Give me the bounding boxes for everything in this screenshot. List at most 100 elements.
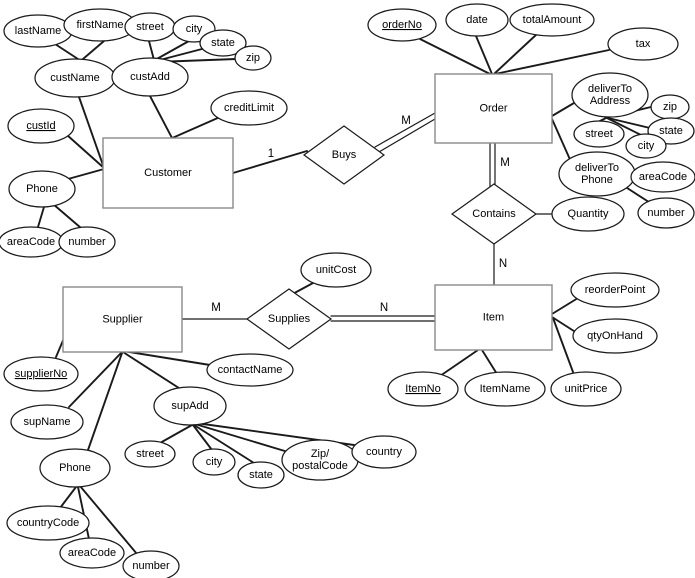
attribute-dta-city[interactable]: city bbox=[625, 133, 667, 159]
edge-firstname-custname bbox=[82, 40, 105, 60]
attribute-dta-street[interactable]: street bbox=[573, 120, 625, 148]
attribute-label-date: date bbox=[466, 14, 487, 26]
attribute-unitprice[interactable]: unitPrice bbox=[550, 371, 622, 407]
attribute-orderno[interactable]: orderNo bbox=[367, 8, 437, 42]
entity-label-customer: Customer bbox=[144, 167, 192, 179]
edge-lastname-custname bbox=[54, 43, 79, 60]
attribute-creditlimit[interactable]: creditLimit bbox=[210, 90, 288, 126]
attribute-dtp-number[interactable]: number bbox=[637, 197, 695, 229]
attribute-label-custid: custId bbox=[26, 120, 55, 132]
attribute-cust-number[interactable]: number bbox=[58, 226, 116, 258]
entity-order[interactable]: Order bbox=[434, 73, 553, 144]
attribute-deliverto-phone[interactable]: deliverTo Phone bbox=[558, 151, 636, 197]
attribute-label-dta-state: state bbox=[659, 125, 683, 137]
attribute-cust-street[interactable]: street bbox=[124, 12, 176, 42]
attribute-label-cust-number: number bbox=[68, 236, 106, 248]
attribute-country[interactable]: country bbox=[351, 435, 417, 469]
cardinality-card-supplies-item: N bbox=[380, 302, 388, 314]
attribute-label-supadd: supAdd bbox=[171, 400, 208, 412]
relationship-contains[interactable]: Contains bbox=[450, 183, 538, 245]
relationship-buys[interactable]: Buys bbox=[302, 125, 386, 185]
attribute-sup-phone[interactable]: Phone bbox=[39, 448, 111, 488]
edge-supadd-zip bbox=[194, 423, 289, 453]
attribute-label-sup-phone: Phone bbox=[59, 462, 91, 474]
attribute-label-custadd: custAdd bbox=[130, 71, 170, 83]
edge-countrycode-supphone bbox=[59, 486, 77, 509]
edge-areacode-phone bbox=[37, 206, 45, 228]
attribute-unitcost[interactable]: unitCost bbox=[300, 252, 372, 288]
edge-unitprice-item bbox=[552, 317, 574, 373]
attribute-qtyonhand[interactable]: qtyOnHand bbox=[572, 318, 658, 354]
attribute-itemname[interactable]: ItemName bbox=[464, 371, 546, 407]
attribute-label-quantity: Quantity bbox=[568, 208, 609, 220]
er-diagram-svg: Customer Order Supplier Item Buys Contains Sup… bbox=[0, 3, 695, 578]
attribute-label-country: country bbox=[366, 446, 403, 458]
attribute-sup-areacode[interactable]: areaCode bbox=[59, 537, 125, 569]
attribute-dta-zip[interactable]: zip bbox=[650, 94, 690, 120]
attribute-quantity[interactable]: Quantity bbox=[551, 196, 625, 232]
attribute-supname[interactable]: supName bbox=[10, 404, 84, 440]
attribute-date[interactable]: date bbox=[445, 3, 509, 37]
attribute-supadd-zip[interactable]: Zip/postalCode bbox=[281, 439, 359, 481]
attribute-supadd[interactable]: supAdd bbox=[153, 386, 227, 426]
entity-item[interactable]: Item bbox=[434, 284, 553, 351]
attribute-cust-areacode[interactable]: areaCode bbox=[0, 226, 64, 258]
attribute-label-cust-phone: Phone bbox=[26, 183, 58, 195]
attribute-label-firstname: firstName bbox=[76, 19, 123, 31]
attribute-label-lastname: lastName bbox=[15, 25, 61, 37]
attribute-dtp-areacode[interactable]: areaCode bbox=[630, 161, 695, 193]
attribute-cust-zip[interactable]: zip bbox=[234, 45, 272, 71]
nodes-layer: Customer Order Supplier Item Buys Contains Sup… bbox=[0, 3, 695, 578]
attribute-label-supplierno: supplierNo bbox=[15, 368, 68, 380]
entity-label-item: Item bbox=[483, 311, 504, 323]
edge-totalamount-order bbox=[493, 33, 538, 75]
attribute-itemno[interactable]: ItemNo bbox=[387, 371, 459, 407]
entity-supplier[interactable]: Supplier bbox=[62, 286, 183, 353]
relationship-supplies[interactable]: Supplies bbox=[245, 288, 333, 350]
edge-supadd-street bbox=[159, 424, 193, 444]
edge-custadd-customer bbox=[149, 95, 173, 139]
attribute-label-dta-street: street bbox=[585, 128, 613, 140]
edge-deliverto-address-order bbox=[551, 102, 575, 117]
attribute-custname[interactable]: custName bbox=[34, 58, 116, 98]
attribute-label-dtp-areacode: areaCode bbox=[639, 171, 687, 183]
edge-itemno-item bbox=[439, 349, 479, 377]
attribute-label-tax: tax bbox=[636, 38, 651, 50]
attribute-label-supadd-city: city bbox=[206, 456, 223, 468]
attribute-supadd-city[interactable]: city bbox=[192, 448, 236, 476]
attribute-label-reorderpoint: reorderPoint bbox=[585, 284, 646, 296]
edge-number-phone bbox=[52, 203, 82, 229]
cardinality-card-order-buys: M bbox=[401, 115, 411, 127]
entity-label-supplier: Supplier bbox=[102, 313, 143, 325]
attribute-label-itemname: ItemName bbox=[480, 383, 531, 395]
attribute-deliverto-address[interactable]: deliverTo Address bbox=[571, 72, 649, 118]
attribute-label-custname: custName bbox=[50, 72, 100, 84]
attribute-sup-number[interactable]: number bbox=[122, 550, 180, 578]
attribute-reorderpoint[interactable]: reorderPoint bbox=[570, 272, 660, 308]
edge-phone-customer bbox=[67, 168, 105, 180]
edge-itemname-item bbox=[481, 349, 498, 375]
attribute-contactname[interactable]: contactName bbox=[206, 353, 294, 387]
attribute-label-deliverto-address: deliverTo Address bbox=[588, 83, 632, 107]
attribute-label-unitcost: unitCost bbox=[316, 264, 356, 276]
attribute-custid[interactable]: custId bbox=[7, 108, 75, 144]
attribute-supadd-street[interactable]: street bbox=[124, 440, 176, 468]
attribute-tax[interactable]: tax bbox=[607, 27, 679, 61]
attribute-supadd-state[interactable]: state bbox=[237, 461, 285, 489]
cardinality-card-order-contains: M bbox=[500, 157, 510, 169]
attribute-label-cust-zip: zip bbox=[246, 52, 260, 64]
relationship-label-buys: Buys bbox=[332, 149, 357, 161]
edge-reorderpoint-item bbox=[551, 297, 579, 315]
attribute-totalamount[interactable]: totalAmount bbox=[509, 3, 595, 37]
edge-contactname-supplier bbox=[122, 350, 211, 366]
attribute-label-sup-areacode: areaCode bbox=[68, 547, 116, 559]
attribute-sup-countrycode[interactable]: countryCode bbox=[6, 505, 90, 541]
attribute-label-totalamount: totalAmount bbox=[523, 14, 582, 26]
entity-customer[interactable]: Customer bbox=[102, 137, 234, 209]
attribute-lastname[interactable]: lastName bbox=[3, 14, 73, 48]
attribute-custadd[interactable]: custAdd bbox=[111, 57, 189, 97]
attribute-cust-phone[interactable]: Phone bbox=[8, 170, 76, 208]
attribute-supplierno[interactable]: supplierNo bbox=[3, 356, 79, 392]
er-diagram-canvas: Customer Order Supplier Item Buys Contains Sup… bbox=[0, 0, 695, 578]
attribute-label-supadd-street: street bbox=[136, 448, 164, 460]
